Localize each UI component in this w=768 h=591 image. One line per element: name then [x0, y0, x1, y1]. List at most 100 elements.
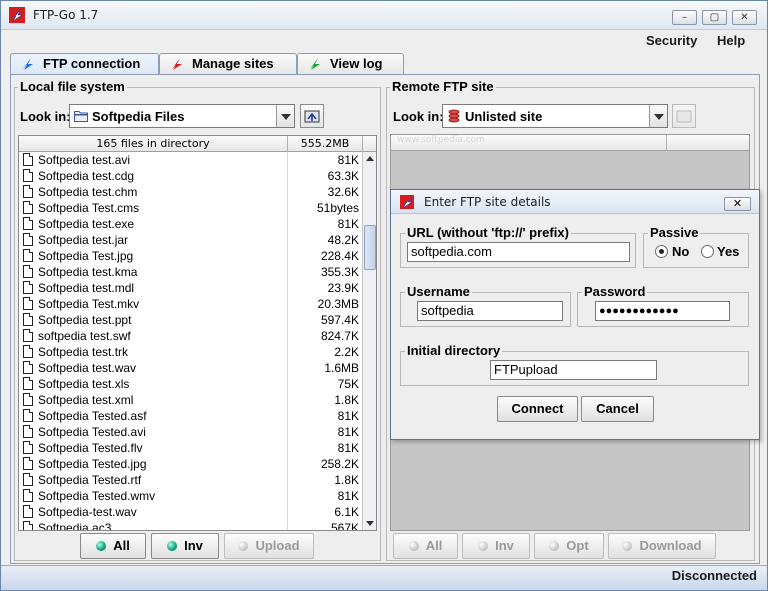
file-icon	[23, 409, 33, 422]
table-row[interactable]: Softpedia Test.cms 51bytes	[19, 200, 363, 216]
maximize-button[interactable]: ▢	[702, 10, 727, 25]
file-size: 1.6MB	[324, 361, 359, 375]
button-label: All	[425, 538, 443, 553]
tab-manage-sites[interactable]: Manage sites	[159, 53, 297, 75]
column-divider	[287, 488, 288, 504]
menu-help[interactable]: Help	[717, 33, 745, 48]
cancel-button[interactable]: Cancel	[581, 396, 654, 422]
options-button[interactable]: Opt	[534, 533, 604, 559]
connect-button[interactable]: Connect	[497, 396, 578, 422]
dialog-close-button[interactable]: ✕	[724, 197, 751, 211]
file-name: Softpedia test.kma	[38, 265, 138, 279]
column-header-size[interactable]: 555.2MB	[288, 136, 363, 152]
password-input[interactable]: ●●●●●●●●●●●●	[595, 301, 730, 321]
table-row[interactable]: Softpedia test.xls 75K	[19, 376, 363, 392]
column-divider	[287, 200, 288, 216]
file-name: Softpedia test.cdg	[38, 169, 135, 183]
dialog-title: Enter FTP site details	[424, 195, 551, 209]
url-input[interactable]: softpedia.com	[407, 242, 630, 262]
up-folder-button[interactable]	[300, 104, 324, 128]
app-logo-icon	[9, 7, 25, 23]
username-input[interactable]: softpedia	[417, 301, 563, 321]
file-icon	[23, 441, 33, 454]
column-divider	[287, 312, 288, 328]
invert-remote-button[interactable]: Inv	[462, 533, 530, 559]
table-row[interactable]: Softpedia test.jar 48.2K	[19, 232, 363, 248]
remote-group-title: Remote FTP site	[390, 79, 496, 94]
file-icon	[23, 313, 33, 326]
passive-label: Passive	[648, 225, 701, 240]
table-row[interactable]: Softpedia test.kma 355.3K	[19, 264, 363, 280]
file-icon	[23, 361, 33, 374]
scroll-thumb[interactable]	[364, 225, 376, 270]
remote-up-folder-button[interactable]	[672, 104, 696, 128]
table-row[interactable]: Softpedia test.mdl 23.9K	[19, 280, 363, 296]
table-row[interactable]: softpedia test.swf 824.7K	[19, 328, 363, 344]
table-row[interactable]: Softpedia Test.mkv 20.3MB	[19, 296, 363, 312]
table-row[interactable]: Softpedia Tested.asf 81K	[19, 408, 363, 424]
column-header-files[interactable]: 165 files in directory	[19, 136, 288, 152]
table-row[interactable]: Softpedia test.cdg 63.3K	[19, 168, 363, 184]
local-folder-select[interactable]: Softpedia Files	[69, 104, 295, 128]
title-bar: FTP-Go 1.7 – ▢ ✕	[1, 1, 767, 30]
led-icon	[549, 541, 560, 551]
username-group: Username softpedia	[400, 284, 571, 327]
table-row[interactable]: Softpedia test.avi 81K	[19, 152, 363, 168]
file-size: 81K	[337, 489, 359, 503]
dialog-title-bar: Enter FTP site details ✕	[391, 190, 759, 214]
invert-local-button[interactable]: Inv	[151, 533, 219, 559]
scroll-down-arrow[interactable]	[363, 516, 376, 530]
passive-yes-label: Yes	[717, 244, 740, 259]
file-size: 48.2K	[327, 233, 359, 247]
file-icon	[23, 345, 33, 358]
tab-view-log[interactable]: View log	[297, 53, 404, 75]
url-group: URL (without 'ftp://' prefix) softpedia.…	[400, 225, 636, 268]
tab-strip: FTP connection Manage sites View log	[10, 53, 760, 76]
remote-site-select[interactable]: Unlisted site	[442, 104, 668, 128]
chevron-down-icon[interactable]	[276, 105, 294, 127]
table-row[interactable]: Softpedia test.xml 1.8K	[19, 392, 363, 408]
ftp-site-details-dialog: Enter FTP site details ✕ URL (without 'f…	[390, 189, 760, 440]
table-row[interactable]: Softpedia test.exe 81K	[19, 216, 363, 232]
status-bar: Disconnected	[1, 565, 767, 590]
led-icon	[408, 541, 419, 551]
column-divider	[287, 280, 288, 296]
minimize-button[interactable]: –	[672, 10, 697, 25]
button-label: Inv	[495, 538, 514, 553]
table-row[interactable]: Softpedia Tested.wmv 81K	[19, 488, 363, 504]
select-all-local-button[interactable]: All	[80, 533, 146, 559]
file-icon	[23, 425, 33, 438]
table-row[interactable]: Softpedia Tested.flv 81K	[19, 440, 363, 456]
table-row[interactable]: Softpedia.ac3 567K	[19, 520, 363, 530]
upload-button[interactable]: Upload	[224, 533, 314, 559]
select-all-remote-button[interactable]: All	[393, 533, 458, 559]
download-button[interactable]: Download	[608, 533, 716, 559]
local-vertical-scrollbar[interactable]	[362, 152, 376, 530]
close-window-button[interactable]: ✕	[732, 10, 757, 25]
table-row[interactable]: Softpedia Test.jpg 228.4K	[19, 248, 363, 264]
file-icon	[23, 393, 33, 406]
scroll-up-arrow[interactable]	[363, 152, 376, 166]
table-row[interactable]: Softpedia test.chm 32.6K	[19, 184, 363, 200]
led-icon	[238, 541, 249, 551]
chevron-down-icon[interactable]	[649, 105, 667, 127]
passive-no-label: No	[672, 244, 690, 259]
table-row[interactable]: Softpedia-test.wav 6.1K	[19, 504, 363, 520]
table-row[interactable]: Softpedia Tested.jpg 258.2K	[19, 456, 363, 472]
table-row[interactable]: Softpedia Tested.rtf 1.8K	[19, 472, 363, 488]
initial-directory-label: Initial directory	[405, 343, 503, 358]
menu-security[interactable]: Security	[646, 33, 697, 48]
table-row[interactable]: Softpedia test.wav 1.6MB	[19, 360, 363, 376]
button-label: Inv	[184, 538, 203, 553]
up-folder-icon	[304, 110, 320, 123]
passive-yes-radio[interactable]	[701, 245, 714, 258]
tab-ftp-connection[interactable]: FTP connection	[10, 53, 159, 76]
file-name: Softpedia Tested.avi	[38, 425, 146, 439]
file-name: Softpedia Tested.rtf	[38, 473, 142, 487]
local-look-in-label: Look in:	[20, 109, 71, 124]
table-row[interactable]: Softpedia test.trk 2.2K	[19, 344, 363, 360]
table-row[interactable]: Softpedia test.ppt 597.4K	[19, 312, 363, 328]
passive-no-radio[interactable]	[655, 245, 668, 258]
table-row[interactable]: Softpedia Tested.avi 81K	[19, 424, 363, 440]
initial-directory-input[interactable]: FTPupload	[490, 360, 657, 380]
